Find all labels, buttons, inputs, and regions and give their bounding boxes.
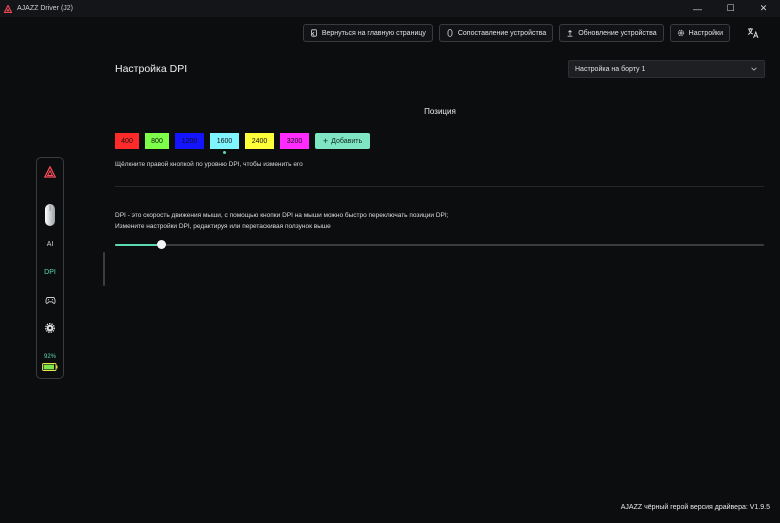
add-dpi-label: Добавить: [331, 137, 363, 145]
gear-icon: [677, 29, 684, 37]
dpi-level-chip[interactable]: 2400: [245, 133, 274, 149]
dpi-level-chip[interactable]: 400: [115, 133, 139, 149]
battery-percent-label: 92%: [43, 353, 56, 360]
nav-dpi[interactable]: DPI: [37, 266, 63, 278]
chevron-down-icon: [751, 67, 757, 71]
scrollbar-handle[interactable]: [103, 252, 105, 286]
ajazz-logo-icon: [4, 4, 12, 13]
dpi-slider[interactable]: [115, 240, 764, 249]
home-icon: [311, 29, 317, 37]
section-label-position: Позиция: [424, 107, 456, 116]
dpi-description: DPI - это скорость движения мыши, с помо…: [115, 210, 448, 232]
dpi-level-chip[interactable]: 800: [145, 133, 169, 149]
battery-indicator: [37, 362, 63, 371]
window-controls: — ☐ ✕: [681, 0, 780, 17]
profile-select-value: Настройка на борту 1: [575, 65, 646, 73]
home-button[interactable]: Вернуться на главную страницу: [302, 24, 433, 42]
update-button[interactable]: Обновление устройства: [559, 24, 664, 42]
maximize-button[interactable]: ☐: [714, 0, 747, 17]
window-title: AJAZZ Driver (J2): [17, 5, 73, 12]
side-navigation: AI DPI 92%: [36, 157, 64, 379]
close-button[interactable]: ✕: [747, 0, 780, 17]
update-button-label: Обновление устройства: [578, 29, 657, 37]
dpi-level-chip[interactable]: 1600: [210, 133, 239, 154]
nav-dpi-label: DPI: [44, 268, 56, 276]
title-bar: AJAZZ Driver (J2) — ☐ ✕: [0, 0, 780, 17]
pairing-button[interactable]: Сопоставление устройства: [438, 24, 554, 42]
nav-logo[interactable]: [37, 164, 63, 180]
upload-icon: [567, 30, 573, 37]
home-button-label: Вернуться на главную страницу: [321, 29, 426, 37]
settings-button-label: Настройки: [688, 29, 723, 37]
gear-icon: [45, 323, 55, 333]
nav-game[interactable]: [37, 294, 63, 306]
dpi-level-chip[interactable]: 1200: [175, 133, 204, 149]
nav-ai[interactable]: AI: [37, 238, 63, 250]
nav-ai-label: AI: [46, 240, 54, 248]
divider: [115, 186, 764, 187]
mouse-icon: [447, 29, 453, 37]
battery-icon: [42, 362, 58, 371]
dpi-slider-thumb[interactable]: [156, 240, 166, 249]
dpi-slider-track: [115, 243, 764, 246]
pairing-button-label: Сопоставление устройства: [457, 29, 547, 37]
dpi-description-line: Измените настройки DPI, редактируя или п…: [115, 223, 331, 230]
top-toolbar: Вернуться на главную страницу Сопоставле…: [302, 24, 766, 42]
gamepad-icon: [45, 296, 55, 304]
plus-icon: +: [322, 135, 329, 146]
dpi-slider-fill: [115, 243, 162, 246]
page-title: Настройка DPI: [115, 63, 188, 75]
dpi-level-chip[interactable]: 3200: [280, 133, 309, 149]
mouse-device-icon: [45, 204, 55, 226]
profile-select[interactable]: Настройка на борту 1: [568, 60, 765, 78]
ajazz-logo-icon: [44, 166, 56, 178]
battery-percent: 92%: [37, 352, 63, 361]
dpi-level-row: 400 800 1200 1600 2400 3200 + Добавить: [115, 133, 370, 154]
dpi-hint: Щёлкните правой кнопкой по уровню DPI, ч…: [115, 161, 303, 168]
dpi-description-line: DPI - это скорость движения мыши, с помо…: [115, 212, 449, 219]
driver-version: AJAZZ чёрный герой версия драйвера: V1.9…: [620, 504, 770, 511]
add-dpi-button[interactable]: + Добавить: [315, 133, 370, 149]
nav-mouse[interactable]: [37, 201, 63, 229]
language-button[interactable]: [746, 26, 760, 40]
nav-settings[interactable]: [37, 322, 63, 334]
settings-button[interactable]: Настройки: [669, 24, 730, 42]
minimize-button[interactable]: —: [681, 0, 714, 17]
translate-icon: [747, 28, 759, 39]
